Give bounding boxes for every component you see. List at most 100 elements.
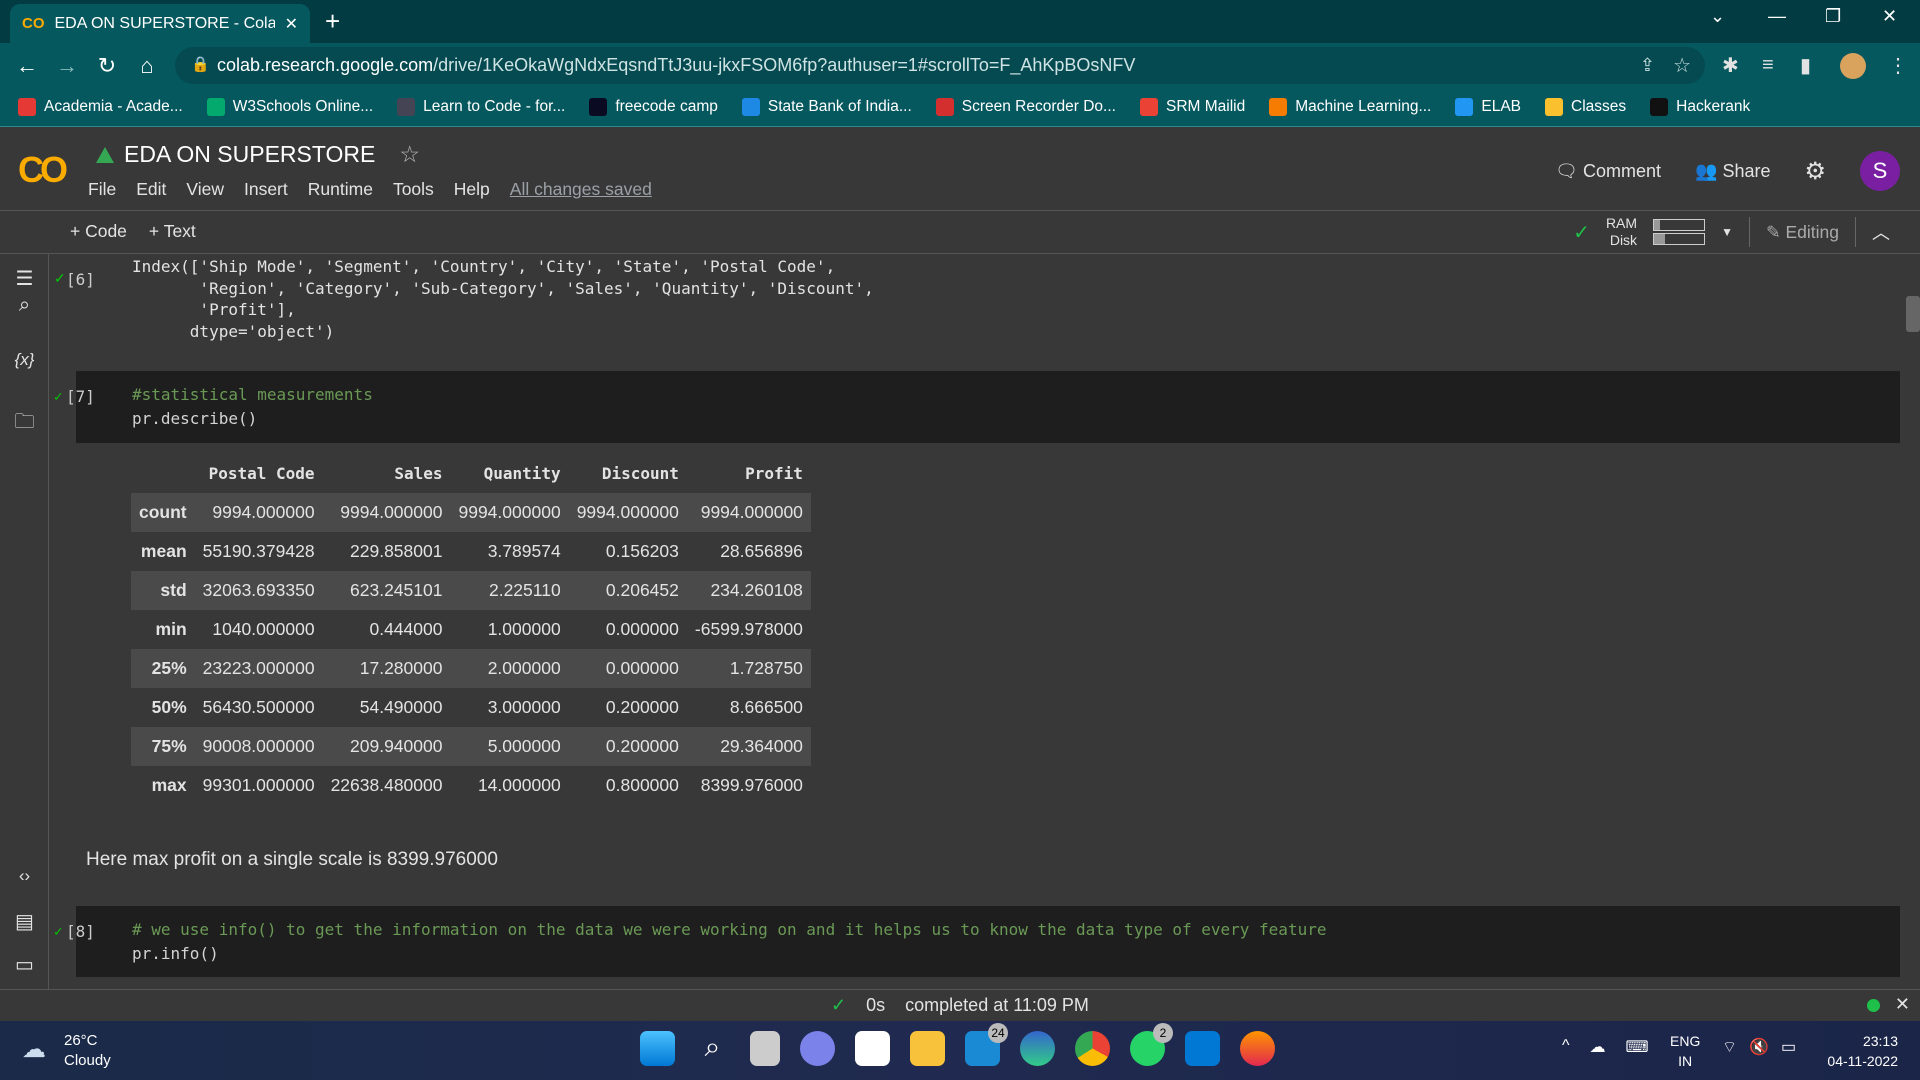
runtime-dropdown-icon[interactable]: ▼ [1721,225,1733,239]
people-icon: 👥 [1695,160,1723,181]
menu-view[interactable]: View [186,179,224,200]
quick-settings[interactable]: ⌔ 🔇 ▭ [1722,1037,1796,1057]
menu-tools[interactable]: Tools [393,179,434,200]
menu-help[interactable]: Help [454,179,490,200]
column-header: Discount [601,464,679,483]
new-tab-button[interactable]: + [325,6,340,37]
region-code: IN [1678,1053,1693,1069]
editing-mode-button[interactable]: ✎ Editing [1766,222,1839,243]
colab-logo[interactable]: CO [18,149,68,191]
folder-icon[interactable]: 🗀 [0,407,49,441]
toc-icon[interactable]: ☰ [0,266,49,291]
weather-widget[interactable]: 26°C Cloudy [64,1031,111,1071]
forward-icon[interactable]: → [47,53,87,79]
reload-icon[interactable]: ↻ [87,53,127,79]
disk-bar [1653,233,1706,245]
whatsapp-icon[interactable]: 2 [1130,1023,1173,1066]
more-menu-icon[interactable]: ⋮ [1888,53,1908,78]
bookmark-item[interactable]: Machine Learning... [1269,98,1431,116]
menu-runtime[interactable]: Runtime [308,179,373,200]
comment-button[interactable]: 🗨 Comment [1555,161,1661,182]
notebook-title[interactable]: EDA ON SUPERSTORE [124,141,375,168]
menu-edit[interactable]: Edit [136,179,166,200]
file-explorer-icon[interactable] [910,1031,945,1066]
mail-icon[interactable]: 24 [965,1023,1008,1066]
share-page-icon[interactable]: ⇪ [1640,55,1655,76]
windows-taskbar: ☁ 26°C Cloudy ⌕ 24 2 ^ ☁ ⌨ ENG IN ⌔ 🔇 ▭ 23:1… [0,1021,1920,1080]
search-taskbar-icon[interactable]: ⌕ [695,1031,730,1066]
collapse-header-icon[interactable]: ︿ [1872,219,1890,245]
extensions-icon[interactable]: ✱ [1722,53,1739,78]
share-button[interactable]: 👥 Share [1695,161,1770,182]
bookmark-item[interactable]: W3Schools Online... [206,98,373,116]
clock-date: 04-11-2022 [1827,1053,1898,1069]
search-icon[interactable]: ⌕ [0,294,49,317]
home-icon[interactable]: ⌂ [127,53,167,79]
table-cell: 17.280000 [359,658,443,678]
ms-store-icon[interactable] [855,1031,890,1066]
code-cell[interactable]: ✓ [7] #statistical measurements pr.descri… [54,371,1900,443]
close-tab-icon[interactable]: ✕ [285,14,298,34]
teams-chat-icon[interactable] [800,1031,835,1066]
menu-insert[interactable]: Insert [244,179,288,200]
tray-chevron-icon[interactable]: ^ [1562,1037,1570,1057]
clock[interactable]: 23:13 04-11-2022 [1827,1031,1898,1071]
vscode-icon[interactable] [1185,1031,1220,1066]
bookmark-item[interactable]: State Bank of India... [741,98,912,116]
run-check-icon: ✓ [54,924,63,940]
bookmark-item[interactable]: Classes [1545,98,1626,116]
gear-icon[interactable]: ⚙ [1804,157,1826,186]
bookmark-favicon-icon [935,98,954,116]
add-text-button[interactable]: + Text [149,221,196,242]
bookmark-item[interactable]: Screen Recorder Do... [935,98,1116,116]
url-input[interactable]: 🔒 colab.research.google.com/drive/1KeOka… [175,47,1705,84]
edge-icon[interactable] [1020,1031,1055,1066]
scrollbar-thumb[interactable] [1906,296,1920,332]
bookmark-item[interactable]: Hackerank [1650,98,1750,116]
close-status-icon[interactable]: ✕ [1895,994,1910,1015]
star-notebook-icon[interactable]: ☆ [399,141,420,168]
terminal-icon[interactable]: ▭ [0,952,49,977]
back-icon[interactable]: ← [7,53,47,79]
muted-speaker-icon: 🔇 [1749,1039,1769,1056]
bookmark-item[interactable]: Learn to Code - for... [397,98,565,116]
temperature: 26°C [64,1032,98,1049]
code-editor[interactable]: # we use info() to get the information o… [132,918,1326,966]
bookmark-item[interactable]: ELAB [1455,98,1521,116]
tab-search-icon[interactable]: ⌄ [1710,6,1725,27]
left-sidebar: ☰ ⌕ {x} 🗀 ‹› ▤ ▭ [0,254,49,989]
code-snippets-icon[interactable]: ‹› [0,866,49,886]
avatar[interactable]: S [1860,151,1900,191]
keyboard-icon[interactable]: ⌨ [1626,1037,1649,1057]
lang-code: ENG [1670,1033,1701,1049]
table-cell: 1.000000 [487,619,561,639]
restore-button[interactable]: ❐ [1825,6,1841,27]
onedrive-icon[interactable]: ☁ [1590,1037,1606,1057]
star-icon[interactable]: ☆ [1673,53,1691,78]
variables-icon[interactable]: {x} [0,350,49,370]
side-panel-icon[interactable]: ▮ [1800,53,1811,78]
code-editor[interactable]: #statistical measurements pr.describe() [132,383,373,431]
bookmark-item[interactable]: freecode camp [589,98,718,116]
browser-tab[interactable]: CO EDA ON SUPERSTORE - Colaboratory ✕ [10,4,310,43]
resource-meters[interactable] [1653,217,1706,247]
save-status[interactable]: All changes saved [510,179,652,200]
menu-file[interactable]: File [88,179,116,200]
profile-avatar[interactable] [1840,52,1866,79]
add-code-button[interactable]: + Code [70,221,127,242]
chrome-icon[interactable] [1075,1031,1110,1066]
bookmark-item[interactable]: SRM Mailid [1139,98,1245,116]
start-icon[interactable] [640,1031,675,1066]
command-palette-icon[interactable]: ▤ [0,909,49,934]
code-cell[interactable]: ✓ [8] # we use info() to get the informa… [54,906,1900,977]
table-row: mean 55190.379428 229.858001 3.789574 0.1562… [131,532,811,571]
firefox-icon[interactable] [1240,1031,1275,1066]
language-indicator[interactable]: ENG IN [1670,1031,1700,1071]
media-icon[interactable]: ≡ [1762,54,1774,77]
minimize-button[interactable]: — [1768,6,1786,27]
row-label: 25% [151,658,187,678]
table-row: 75% 90008.000000 209.940000 5.000000 0.20000… [131,727,811,766]
bookmark-item[interactable]: Academia - Acade... [18,98,183,116]
close-window-button[interactable]: ✕ [1882,6,1897,27]
task-view-icon[interactable] [750,1031,780,1066]
